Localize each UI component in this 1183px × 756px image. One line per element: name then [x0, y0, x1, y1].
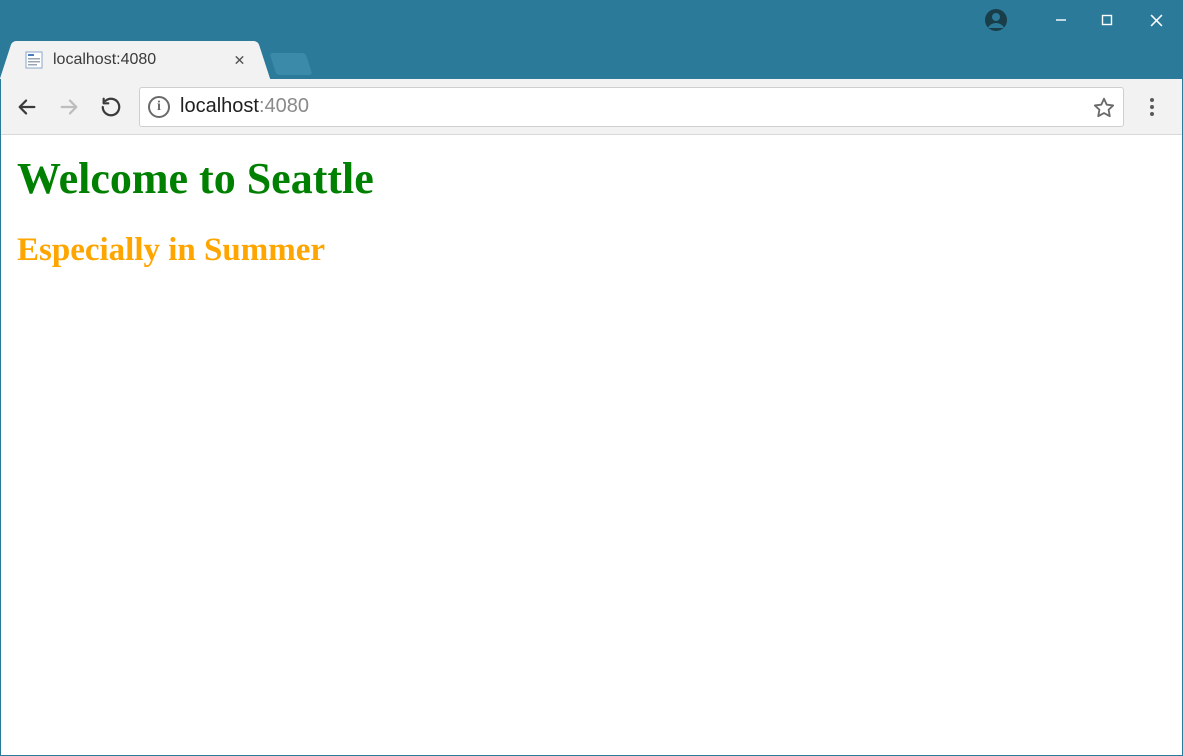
window-maximize-button[interactable]: [1084, 1, 1130, 39]
kebab-dot-icon: [1150, 105, 1154, 109]
kebab-dot-icon: [1150, 98, 1154, 102]
url-host: localhost: [180, 95, 259, 118]
back-button[interactable]: [7, 87, 47, 127]
browser-menu-button[interactable]: [1132, 87, 1172, 127]
site-info-icon[interactable]: i: [148, 96, 170, 118]
kebab-dot-icon: [1150, 112, 1154, 116]
window-close-button[interactable]: [1130, 1, 1182, 39]
url-port: :4080: [259, 95, 309, 118]
bookmark-star-icon[interactable]: [1093, 96, 1115, 118]
page-heading-1: Welcome to Seattle: [17, 153, 1166, 204]
user-profile-icon[interactable]: [984, 8, 1008, 32]
tab-close-button[interactable]: [234, 55, 245, 66]
new-tab-button[interactable]: [269, 53, 312, 75]
forward-button[interactable]: [49, 87, 89, 127]
address-bar[interactable]: i localhost:4080: [139, 87, 1124, 127]
browser-tab[interactable]: localhost:4080: [15, 41, 255, 79]
tab-title: localhost:4080: [53, 51, 156, 69]
window-minimize-button[interactable]: [1038, 1, 1084, 39]
browser-window: localhost:4080 i localhost:4080: [0, 0, 1183, 756]
page-viewport[interactable]: Welcome to Seattle Especially in Summer: [1, 135, 1182, 755]
page-heading-2: Especially in Summer: [17, 232, 1166, 269]
page-favicon-icon: [25, 51, 43, 69]
reload-button[interactable]: [91, 87, 131, 127]
browser-toolbar: i localhost:4080: [1, 79, 1182, 135]
tab-strip: localhost:4080: [1, 39, 1182, 79]
window-titlebar: [1, 1, 1182, 39]
